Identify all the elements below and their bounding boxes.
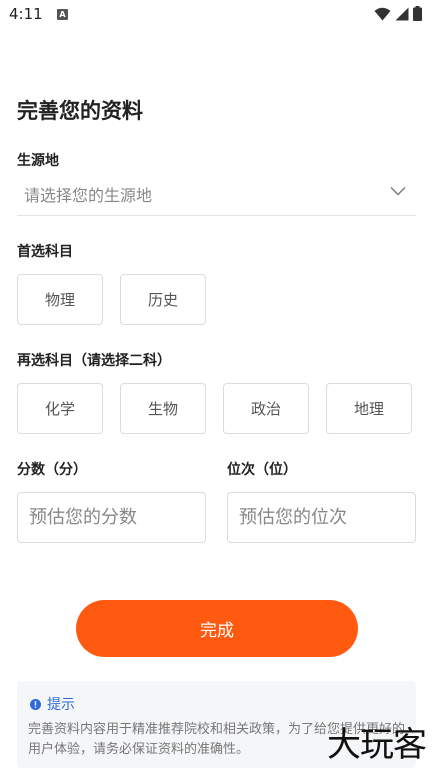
wifi-icon: [374, 7, 391, 20]
subject-chip-politics[interactable]: 政治: [223, 383, 309, 434]
subject-chip-history[interactable]: 历史: [120, 274, 206, 325]
rank-input[interactable]: [227, 492, 416, 543]
subject-chip-physics[interactable]: 物理: [17, 274, 103, 325]
subject-chip-geography[interactable]: 地理: [326, 383, 412, 434]
chevron-down-icon: [390, 187, 406, 196]
score-input[interactable]: [17, 492, 206, 543]
first-subject-label: 首选科目: [17, 244, 73, 260]
status-icons: [374, 6, 422, 21]
page-title: 完善您的资料: [17, 99, 143, 123]
origin-placeholder: 请选择您的生源地: [24, 186, 153, 205]
status-time: 4:11: [9, 5, 43, 23]
score-label: 分数（分）: [17, 462, 87, 478]
signal-icon: [395, 7, 409, 20]
notification-icon: A: [57, 9, 68, 20]
battery-icon: [413, 6, 422, 21]
rank-label: 位次（位）: [227, 462, 297, 478]
done-button[interactable]: 完成: [76, 600, 358, 657]
origin-select[interactable]: 请选择您的生源地: [17, 174, 416, 216]
subject-chip-biology[interactable]: 生物: [120, 383, 206, 434]
subject-chip-chemistry[interactable]: 化学: [17, 383, 103, 434]
second-subject-label: 再选科目（请选择二科）: [17, 353, 171, 369]
tip-title: 提示: [47, 697, 75, 713]
info-icon: [30, 698, 41, 710]
status-bar: 4:11 A: [0, 0, 432, 30]
origin-label: 生源地: [17, 153, 59, 169]
watermark-logo: 大玩客: [327, 725, 427, 765]
tip-header: 提示: [30, 694, 75, 714]
